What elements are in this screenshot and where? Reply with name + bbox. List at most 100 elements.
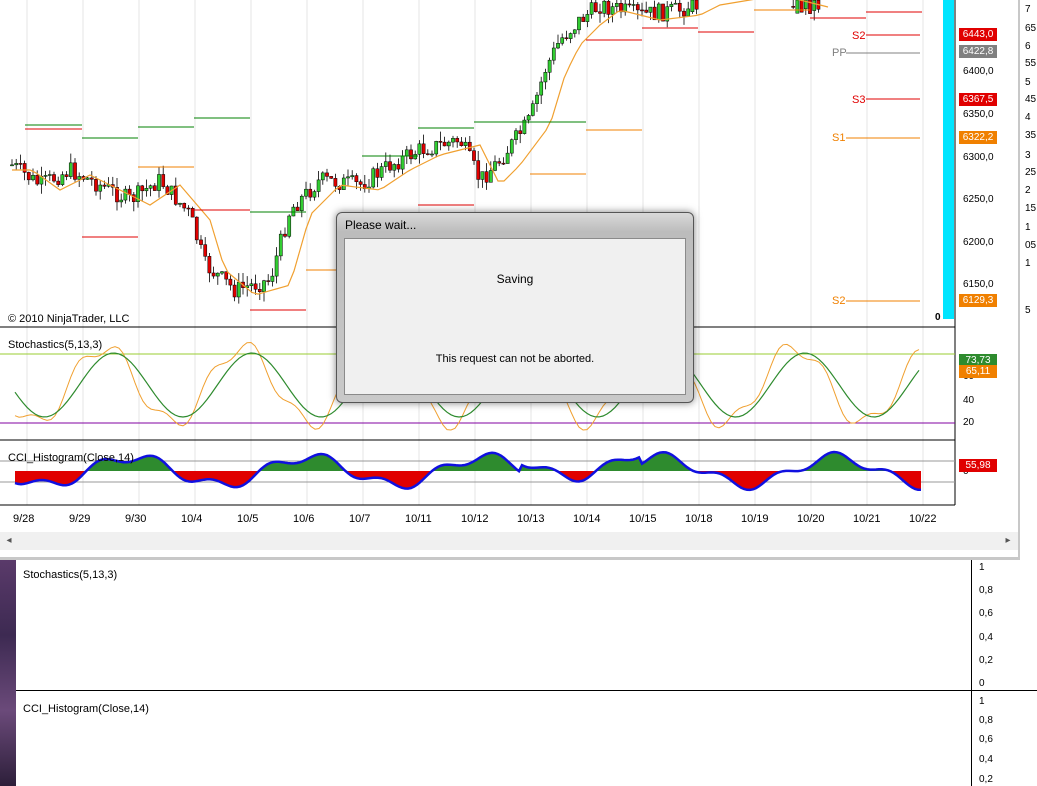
candle-body [606,0,611,15]
candle-body [299,195,304,211]
stochastics-panel-label: Stochastics(5,13,3) [8,339,103,351]
candle-body [535,94,539,104]
candle-body [463,141,468,146]
candle-body [383,161,388,167]
scroll-left-arrow-icon[interactable]: ◂ [2,532,16,550]
price-tag: 6443,0 [959,28,997,41]
candle-body [686,8,691,17]
bg-tick: 0,2 [979,774,993,785]
bg-tick: 0,2 [979,655,993,666]
dialog-title: Please wait... [345,218,417,232]
date-label: 9/30 [125,513,147,525]
candle-body [346,176,350,179]
horizontal-scrollbar[interactable]: ◂ ▸ [0,532,1018,550]
date-label: 10/18 [685,513,713,525]
candle-body [236,281,241,298]
candle-body [144,188,149,192]
candle-body [350,175,355,178]
price-axis-label: 6350,0 [963,109,994,120]
candle-body [585,14,590,22]
candle-body [648,6,653,13]
candle-body [85,177,90,180]
candle-body [94,179,98,192]
candle-body [459,141,464,146]
candle-body [627,3,632,6]
bg-tick: 0,6 [979,734,993,745]
candle-body [547,59,552,73]
candle-body [602,0,607,14]
candle-body [199,239,203,245]
date-label: 10/21 [853,513,881,525]
partial-axis-number: 45 [1025,94,1037,105]
candle-body [228,278,233,286]
candle-body [467,141,472,151]
date-label: 10/15 [629,513,657,525]
candle-body [73,162,77,180]
candle-body [157,174,161,191]
date-label: 10/5 [237,513,259,525]
partial-axis-number: 7 [1025,4,1031,15]
price-tag: 6129,3 [959,294,997,307]
candle-body [476,160,481,180]
candle-body [18,163,23,165]
candle-body [543,72,548,83]
candle-body [568,33,573,39]
scroll-right-arrow-icon[interactable]: ▸ [1001,532,1015,550]
candle-body [375,168,380,178]
candle-body [22,163,27,173]
candle-body [102,184,107,187]
candle-body [68,162,73,177]
candle-body [312,191,317,198]
candle-body [283,233,287,237]
candle-body [10,164,14,167]
price-axis-label: 6250,0 [963,194,994,205]
price-axis-label: 6300,0 [963,152,994,163]
date-label: 10/7 [349,513,371,525]
partial-axis-number: 35 [1025,130,1037,141]
candle-body [379,166,384,178]
candle-body [690,0,695,12]
candle-body [556,43,560,49]
candle-body [509,139,514,154]
bg-tick: 0,6 [979,608,993,619]
candle-body [123,188,128,201]
candle-body [341,177,346,190]
partial-axis-number: 05 [1025,240,1037,251]
candle-body [60,174,65,185]
candle-body [98,184,103,192]
price-tag: 6422,8 [959,45,997,58]
candle-body [669,3,674,7]
candle-body [446,141,451,147]
candle-body [635,4,640,11]
candle-body [501,162,506,165]
candle-body [694,0,699,10]
candle-body [682,10,686,17]
candle-body [325,172,329,177]
candle-body [400,155,405,170]
candle-body [497,161,502,164]
bg-tick: 0,8 [979,585,993,596]
candle-body [358,181,363,185]
candle-body [89,177,94,180]
candle-body [413,154,418,160]
candle-body [421,143,426,154]
candle-body [270,275,275,282]
date-label: 10/22 [909,513,937,525]
please-wait-dialog[interactable]: Please wait... Saving This request can n… [336,212,694,403]
partial-axis-number: 2 [1025,185,1031,196]
dialog-message: This request can not be aborted. [435,353,595,365]
pivot-label: S3 [852,94,866,106]
candle-body [455,138,460,143]
desktop-background [0,560,16,786]
date-label: 10/20 [797,513,825,525]
partial-axis-number: 15 [1025,203,1037,214]
partial-axis-number: 1 [1025,258,1031,269]
candle-body [560,37,565,44]
stoch-axis-label: 20 [963,417,975,428]
candle-body [791,6,796,8]
candle-body [43,175,48,177]
candle-body [572,29,577,34]
date-label: 10/19 [741,513,769,525]
candle-body [488,170,493,183]
candle-body [430,153,434,156]
